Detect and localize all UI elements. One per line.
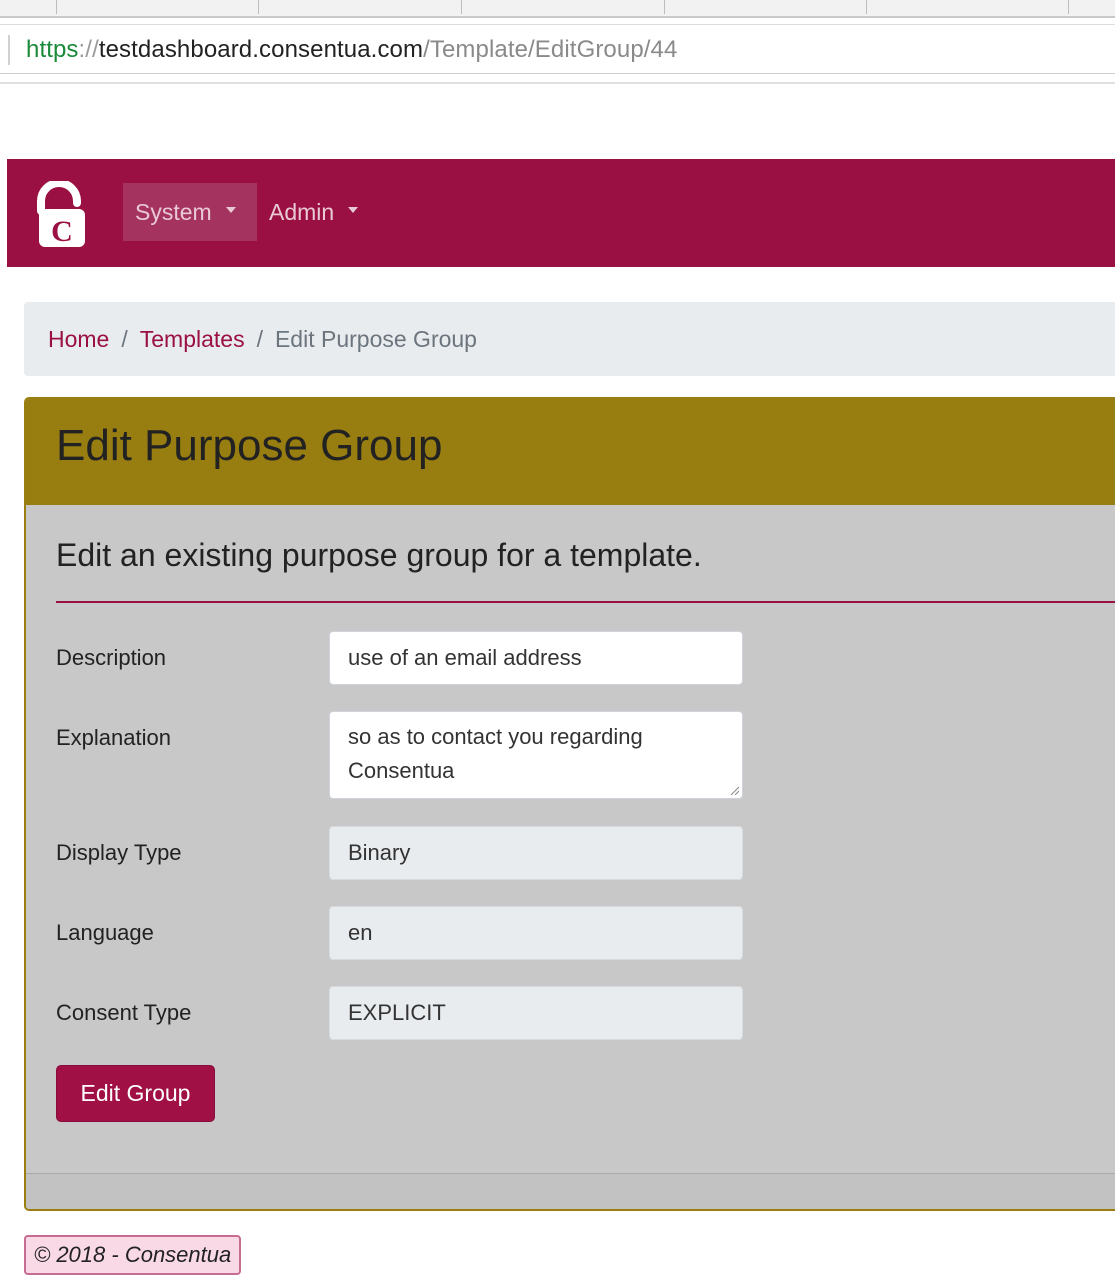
nav-system-dropdown[interactable]: System (123, 183, 257, 241)
toolbar-divider (0, 82, 1115, 84)
tab-separator (56, 0, 57, 14)
breadcrumb-templates-link[interactable]: Templates (140, 326, 245, 353)
description-input[interactable] (329, 631, 743, 685)
top-navbar: C System Admin (7, 159, 1115, 267)
browser-tab-strip (0, 0, 1115, 18)
resize-handle-icon[interactable] (729, 785, 739, 795)
edit-group-card: Edit Purpose Group Edit an existing purp… (24, 397, 1115, 1211)
breadcrumb-home-link[interactable]: Home (48, 326, 109, 353)
tab-separator (866, 0, 867, 14)
caret-down-icon (348, 207, 359, 213)
page-title: Edit Purpose Group (56, 421, 443, 470)
explanation-textarea[interactable]: so as to contact you regarding Consentua (329, 711, 743, 799)
language-label: Language (56, 920, 154, 945)
nav-admin-label: Admin (269, 198, 335, 225)
breadcrumb: Home / Templates / Edit Purpose Group (24, 302, 1115, 376)
card-footer (26, 1173, 1115, 1209)
description-label: Description (56, 645, 167, 670)
card-subtitle: Edit an existing purpose group for a tem… (56, 537, 702, 573)
tab-separator (664, 0, 665, 14)
url-path: /Template/EditGroup/44 (423, 36, 678, 63)
address-bar[interactable]: https://testdashboard.consentua.com/Temp… (0, 24, 1115, 74)
consent-type-input[interactable] (329, 986, 743, 1040)
language-input[interactable] (329, 906, 743, 960)
breadcrumb-current: Edit Purpose Group (274, 325, 477, 352)
edit-group-button[interactable]: Edit Group (56, 1065, 215, 1122)
nav-admin-dropdown[interactable]: Admin (257, 183, 375, 241)
nav-system-label: System (135, 198, 212, 225)
breadcrumb-separator: / (121, 325, 128, 352)
explanation-text: so as to contact you regarding Consentua (348, 724, 643, 783)
consent-type-label: Consent Type (56, 1000, 192, 1025)
display-type-input[interactable] (329, 826, 743, 880)
caret-down-icon (225, 207, 236, 213)
breadcrumb-separator: / (256, 325, 263, 352)
url-scheme: https (26, 36, 79, 63)
url-text[interactable]: https://testdashboard.consentua.com/Temp… (26, 36, 677, 64)
logo-letter: C (51, 215, 73, 247)
address-bar-edge (8, 35, 10, 65)
card-header: Edit Purpose Group (26, 399, 1115, 505)
tab-separator (258, 0, 259, 14)
explanation-label: Explanation (56, 725, 171, 750)
copyright-text: © 2018 - Consentua (24, 1235, 242, 1275)
tab-separator (1068, 0, 1069, 14)
url-separator: :// (78, 36, 99, 63)
tab-separator (461, 0, 462, 14)
card-divider (56, 601, 1115, 603)
consentua-logo-icon[interactable]: C (33, 179, 93, 248)
url-host: testdashboard.consentua.com (98, 36, 424, 63)
display-type-label: Display Type (56, 840, 182, 865)
